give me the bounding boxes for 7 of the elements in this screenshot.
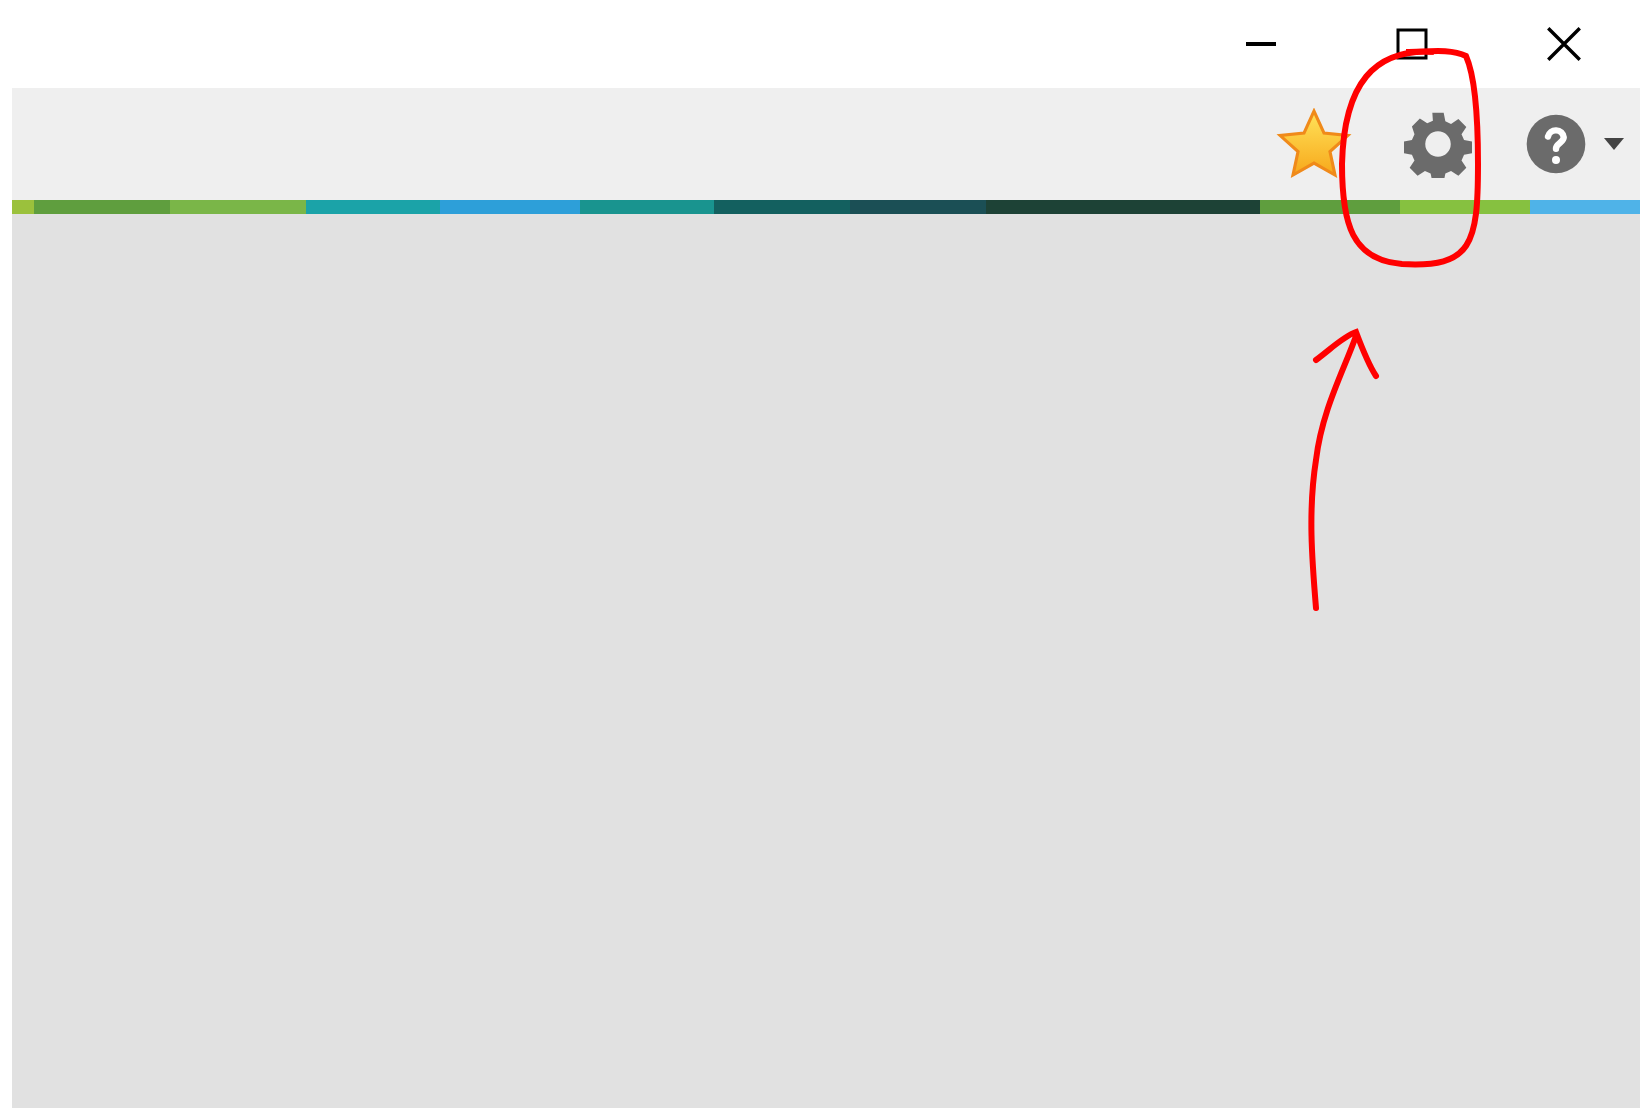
- maximize-icon: [1396, 28, 1428, 60]
- caret-icon[interactable]: [1604, 138, 1624, 150]
- star-icon[interactable]: [1276, 108, 1352, 180]
- help-icon[interactable]: [1524, 112, 1588, 176]
- minimize-icon: [1245, 42, 1275, 46]
- settings-icon[interactable]: [1404, 110, 1472, 178]
- close-icon: [1546, 26, 1582, 62]
